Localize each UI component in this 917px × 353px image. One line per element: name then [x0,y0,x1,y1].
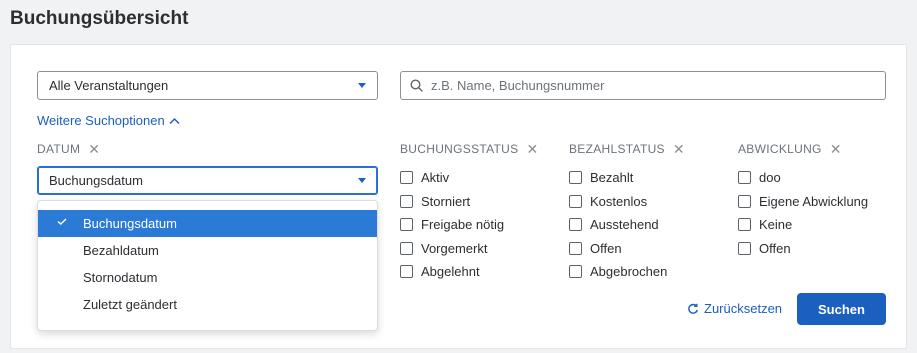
close-icon[interactable]: ✕ [88,142,100,156]
checkbox[interactable] [738,194,751,208]
more-options-label: Weitere Suchoptionen [37,113,165,128]
checkbox[interactable] [738,241,751,255]
booking-status-option[interactable]: Vorgemerkt [400,237,504,261]
option-label: Offen [590,240,622,256]
search-panel: Alle Veranstaltungen Weitere Suchoptione… [10,44,907,349]
search-field[interactable] [400,71,886,100]
date-heading-label: DATUM [37,142,81,156]
option-label: Abgebrochen [590,264,668,280]
processing-list: doo Eigene Abwicklung Keine Offen [738,166,868,260]
checkbox[interactable] [738,171,751,185]
payment-status-option[interactable]: Abgebrochen [569,260,667,284]
payment-status-heading: BEZAHLSTATUS ✕ [569,142,685,156]
checkbox[interactable] [400,218,413,232]
option-label: Freigabe nötig [421,217,505,233]
payment-status-list: Bezahlt Kostenlos Ausstehend Offen Abgeb… [569,166,667,284]
option-label: Aktiv [421,170,450,186]
date-type-option[interactable]: Bezahldatum [38,237,377,264]
option-label: Bezahldatum [83,243,159,258]
checkbox[interactable] [569,265,582,279]
checkbox[interactable] [400,194,413,208]
reset-label: Zurücksetzen [704,301,783,316]
option-label: Buchungsdatum [83,216,177,231]
checkbox[interactable] [400,265,413,279]
payment-status-option[interactable]: Bezahlt [569,166,667,190]
more-options-toggle[interactable]: Weitere Suchoptionen [37,113,180,128]
checkbox[interactable] [400,241,413,255]
date-type-option[interactable]: Zuletzt geändert [38,291,377,318]
option-label: Abgelehnt [421,264,480,280]
checkbox[interactable] [569,194,582,208]
reset-link[interactable]: Zurücksetzen [687,301,782,316]
date-type-option[interactable]: Stornodatum [38,264,377,291]
booking-status-list: Aktiv Storniert Freigabe nötig Vorgemerk… [400,166,504,284]
payment-status-heading-label: BEZAHLSTATUS [569,142,665,156]
refresh-icon [688,303,698,314]
booking-status-option[interactable]: Abgelehnt [400,260,504,284]
booking-status-heading-label: BUCHUNGSSTATUS [400,142,519,156]
booking-status-heading: BUCHUNGSSTATUS ✕ [400,142,538,156]
processing-heading-label: ABWICKLUNG [738,142,822,156]
checkbox[interactable] [738,218,751,232]
booking-status-option[interactable]: Storniert [400,190,504,214]
payment-status-option[interactable]: Ausstehend [569,213,667,237]
option-label: Bezahlt [590,170,634,186]
processing-option[interactable]: doo [738,166,868,190]
search-icon [401,79,431,92]
processing-heading: ABWICKLUNG ✕ [738,142,842,156]
search-input[interactable] [431,72,871,99]
processing-option[interactable]: Eigene Abwicklung [738,190,868,214]
processing-option[interactable]: Offen [738,237,868,261]
caret-down-icon [358,83,366,88]
caret-down-icon [358,178,366,183]
booking-status-option[interactable]: Freigabe nötig [400,213,504,237]
option-label: Keine [759,217,793,233]
page-title: Buchungsübersicht [10,8,189,29]
date-type-dropdown: Buchungsdatum Bezahldatum Stornodatum Zu… [37,200,378,331]
date-type-option[interactable]: Buchungsdatum [38,210,377,237]
option-label: Zuletzt geändert [83,297,177,312]
checkbox[interactable] [569,218,582,232]
event-select[interactable]: Alle Veranstaltungen [37,71,378,100]
option-label: Ausstehend [590,217,659,233]
option-label: Offen [759,240,791,256]
option-label: Stornodatum [83,270,158,285]
booking-status-option[interactable]: Aktiv [400,166,504,190]
chevron-up-icon [169,117,180,124]
option-label: Storniert [421,193,471,209]
option-label: Kostenlos [590,193,648,209]
payment-status-option[interactable]: Offen [569,237,667,261]
option-label: Vorgemerkt [421,240,488,256]
checkbox[interactable] [569,171,582,185]
date-filter-heading: DATUM ✕ [37,142,100,156]
date-type-value: Buchungsdatum [49,173,143,188]
checkbox[interactable] [569,241,582,255]
check-icon [57,218,67,225]
search-button[interactable]: Suchen [797,293,886,325]
option-label: doo [759,170,781,186]
option-label: Eigene Abwicklung [759,193,869,209]
processing-option[interactable]: Keine [738,213,868,237]
close-icon[interactable]: ✕ [526,142,538,156]
close-icon[interactable]: ✕ [673,142,685,156]
close-icon[interactable]: ✕ [830,142,842,156]
date-type-select[interactable]: Buchungsdatum [37,166,378,195]
checkbox[interactable] [400,171,413,185]
event-select-value: Alle Veranstaltungen [49,78,169,93]
payment-status-option[interactable]: Kostenlos [569,190,667,214]
